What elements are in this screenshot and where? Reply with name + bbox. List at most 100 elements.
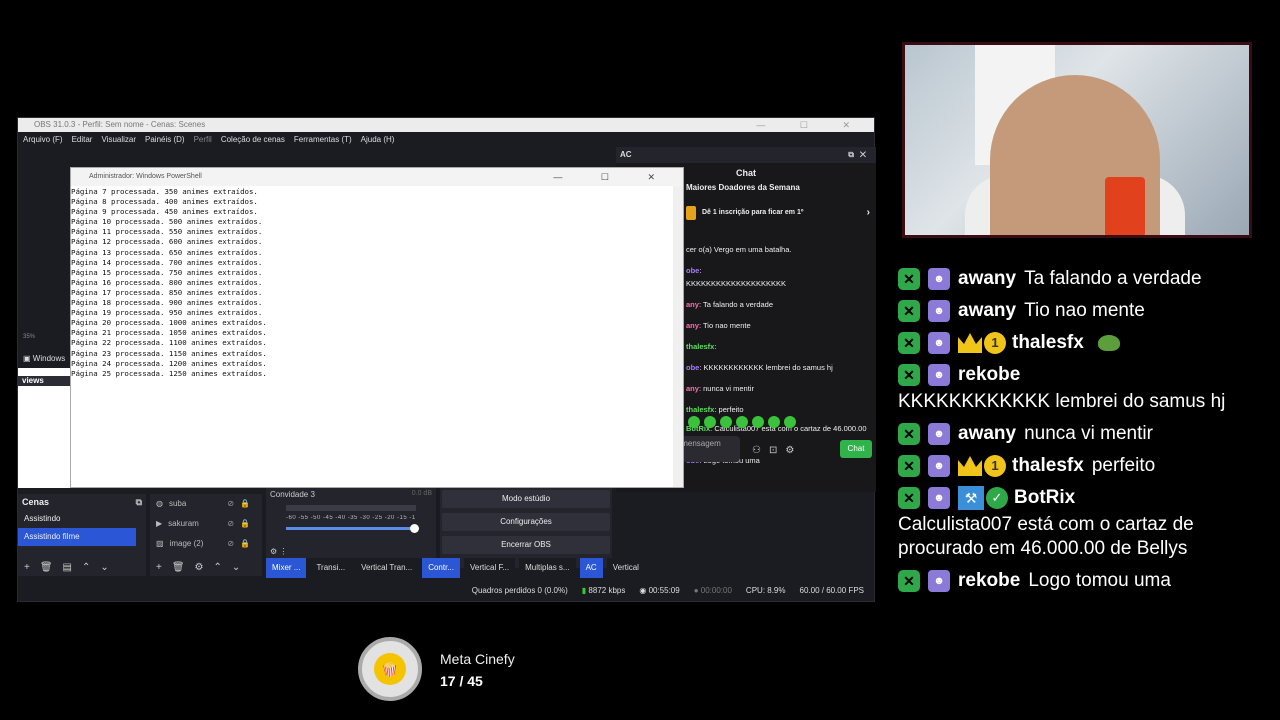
powershell-titlebar: Administrador: Windows PowerShell — ☐ ✕	[71, 168, 683, 186]
windows-item[interactable]: ▣ Windows	[23, 354, 65, 363]
emote-icon[interactable]	[688, 416, 700, 428]
rec-time: ● 00:00:00	[694, 586, 732, 595]
chat-text: : nunca vi mentir	[698, 384, 754, 393]
dock-close-icon[interactable]: ⧉✕	[848, 147, 872, 163]
tab-mixer[interactable]: Mixer ...	[266, 558, 307, 578]
gear-icon[interactable]: ⚙	[195, 562, 204, 573]
menu-editar[interactable]: Editar	[72, 132, 93, 148]
emote-icon[interactable]	[784, 416, 796, 428]
chat-text: perfeito	[1091, 455, 1156, 476]
source-label: suba	[168, 499, 187, 508]
chat-message-continued: Calculista007 está com o cartaz de procu…	[898, 513, 1270, 564]
exit-obs-button[interactable]: Encerrar OBS	[442, 536, 610, 554]
menu-ajuda[interactable]: Ajuda (H)	[361, 132, 395, 148]
tab-multiplas[interactable]: Multiplas s...	[519, 558, 576, 578]
goal-title: Meta Cinefy	[440, 651, 515, 667]
chat-username: awany	[958, 423, 1017, 444]
chat-user: thalesfx	[686, 405, 715, 414]
dock-undock-icon[interactable]: ⧉	[136, 494, 142, 510]
down-arrow-icon[interactable]: ⌄	[100, 562, 108, 573]
chat-text: : Ta falando a verdade	[698, 300, 774, 309]
source-item[interactable]: ▨ image (2) ⊘🔒	[150, 534, 262, 554]
chat-username: thalesfx	[1012, 332, 1084, 353]
chat-message-continued: KKKKKKKKKKKK lembrei do samus hj	[898, 390, 1270, 417]
console-line: Página 22 processada. 1100 animes extraí…	[71, 338, 267, 348]
tab-controls[interactable]: Contr...	[422, 558, 460, 578]
signal-icon: ▮	[581, 585, 587, 595]
up-arrow-icon[interactable]: ⌃	[82, 562, 90, 573]
source-item[interactable]: ▶ sakuram ⊘🔒	[150, 514, 262, 534]
add-icon[interactable]: +	[156, 562, 162, 573]
tab-vertical[interactable]: Vertical	[606, 558, 645, 578]
console-line: Página 13 processada. 650 animes extraíd…	[71, 247, 263, 257]
menu-visualizar[interactable]: Visualizar	[101, 132, 136, 148]
menu-paineis[interactable]: Painéis (D)	[145, 132, 185, 148]
controls-dock: Modo estúdio Configurações Encerrar OBS	[440, 488, 612, 568]
console-line: Página 20 processada. 1000 animes extraí…	[71, 318, 267, 328]
tab-vertical-transitions[interactable]: Vertical Tran...	[355, 558, 419, 578]
chat-tool-icons[interactable]: ⚇⊡⚙	[752, 445, 802, 456]
visibility-lock-icons[interactable]: ⊘🔒	[227, 514, 262, 534]
tab-ac[interactable]: AC	[579, 558, 603, 578]
window-controls[interactable]: — ☐ ✕	[553, 168, 673, 186]
down-arrow-icon[interactable]: ⌄	[232, 562, 240, 573]
powershell-window: Administrador: Windows PowerShell — ☐ ✕ …	[70, 167, 684, 488]
tab-vertical-f[interactable]: Vertical F...	[464, 558, 516, 578]
visibility-lock-icons[interactable]: ⊘🔒	[227, 534, 262, 554]
filter-icon[interactable]: ▤	[63, 562, 72, 573]
tab-transitions[interactable]: Transi...	[310, 558, 352, 578]
settings-button[interactable]: Configurações	[442, 513, 610, 531]
up-arrow-icon[interactable]: ⌃	[214, 562, 222, 573]
media-icon: ▶	[156, 519, 163, 528]
scene-item[interactable]: Assistindo	[18, 510, 146, 528]
moderator-badge-icon: ✕	[898, 299, 920, 322]
frog-emote-icon	[1097, 334, 1120, 351]
menu-perfil[interactable]: Perfil	[194, 132, 212, 148]
chat-username: awany	[958, 300, 1017, 321]
chat-text: cer o(a) Vergo em uma batalha.	[686, 245, 792, 254]
trash-icon[interactable]: 🗑	[172, 562, 185, 573]
console-line: Página 21 processada. 1050 animes extraí…	[71, 328, 267, 338]
add-icon[interactable]: +	[24, 562, 30, 573]
chat-send-button[interactable]: Chat	[840, 440, 872, 458]
emote-icon[interactable]	[720, 416, 732, 428]
bitrate: ▮ 8872 kbps	[582, 586, 626, 595]
scenes-dock: Cenas ⧉ Assistindo Assistindo filme + 🗑 …	[18, 494, 146, 576]
scrollbar[interactable]	[673, 186, 683, 487]
chat-message: ✕ ☻ 1 thalesfx	[898, 326, 1270, 358]
studio-mode-button[interactable]: Modo estúdio	[442, 490, 610, 508]
chat-text: Logo tomou uma	[1028, 570, 1171, 592]
chat-text: Ta falando a verdade	[1024, 268, 1202, 289]
chat-dock-title: AC	[620, 150, 632, 159]
webcam-feed	[902, 42, 1252, 238]
emote-icon[interactable]	[768, 416, 780, 428]
mixer-settings-icon[interactable]: ⚙ ⋮	[270, 547, 287, 556]
menu-arquivo[interactable]: Arquivo (F)	[23, 132, 63, 148]
chat-text: nunca vi mentir	[1024, 423, 1153, 444]
menu-ferramentas[interactable]: Ferramentas (T)	[294, 132, 352, 148]
scenes-toolbar: + 🗑 ▤ ⌃ ⌄	[18, 558, 146, 576]
console-line: Página 19 processada. 950 animes extraíd…	[71, 308, 263, 318]
verified-badge-icon: ✓	[986, 487, 1008, 509]
emote-icon[interactable]	[704, 416, 716, 428]
console-line: Página 11 processada. 550 animes extraíd…	[71, 227, 263, 237]
console-line: Página 18 processada. 900 animes extraíd…	[71, 298, 263, 308]
menu-colecao[interactable]: Coleção de cenas	[221, 132, 285, 148]
chat-message: ✕ ☻ awany Ta falando a verdade	[898, 262, 1270, 294]
window-controls[interactable]: — ☐ ✕	[756, 118, 866, 132]
volume-slider[interactable]	[286, 524, 419, 533]
lamp	[1105, 177, 1145, 235]
emote-icon[interactable]	[736, 416, 748, 428]
visibility-lock-icons[interactable]: ⊘🔒	[227, 494, 262, 514]
sub-badge-icon: 1	[984, 331, 1006, 354]
scene-item-active[interactable]: Assistindo filme	[18, 528, 136, 546]
source-item[interactable]: ◍ suba ⊘🔒	[150, 494, 262, 514]
platform-badge-icon: ☻	[928, 299, 950, 322]
mixer-db: 0.0 dB	[411, 490, 432, 497]
emote-icon[interactable]	[752, 416, 764, 428]
platform-badge-icon: ☻	[928, 363, 950, 386]
chevron-right-icon[interactable]: ›	[867, 199, 870, 227]
rec-time-value: 00:00:00	[700, 585, 732, 595]
trash-icon[interactable]: 🗑	[40, 562, 53, 573]
chat-user: any	[686, 300, 699, 309]
